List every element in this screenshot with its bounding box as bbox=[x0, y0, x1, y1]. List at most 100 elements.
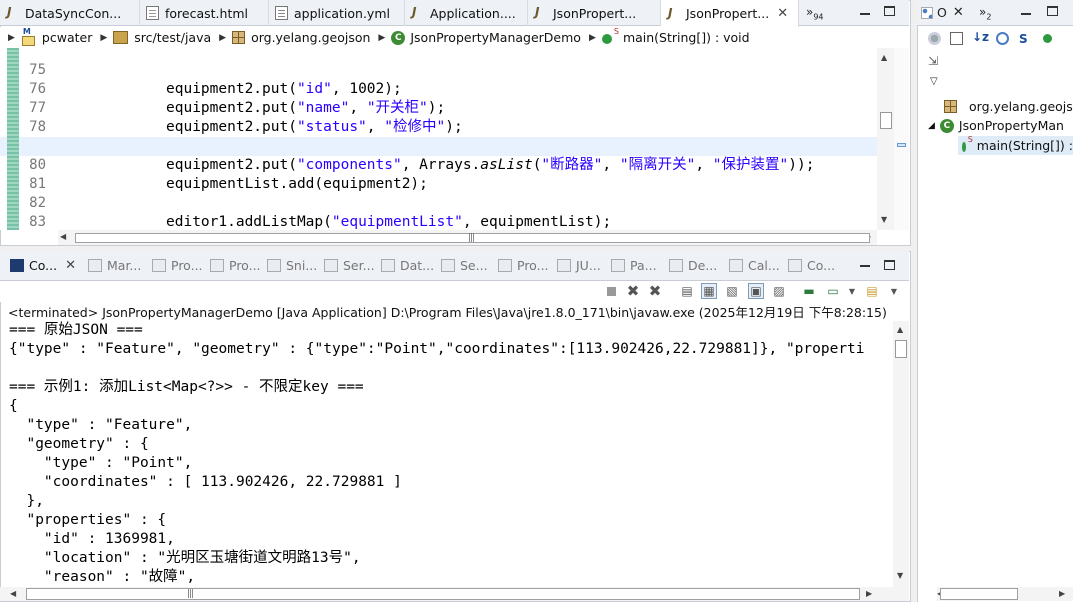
close-icon[interactable]: ✕ bbox=[65, 258, 76, 273]
hide-fields-icon[interactable] bbox=[996, 32, 1009, 45]
outline-horizontal-scroll-thumb[interactable] bbox=[940, 588, 1018, 600]
breadcrumb-arrow-icon: ▶ bbox=[8, 32, 15, 43]
tab-snippets[interactable]: Sni... bbox=[267, 258, 317, 273]
breadcrumb-arrow-icon: ▶ bbox=[378, 32, 386, 43]
open-console-icon[interactable]: ▤ bbox=[864, 283, 880, 299]
outline-tab-bar: O ✕ »2 bbox=[917, 0, 1073, 26]
tab-label: Co... bbox=[807, 258, 836, 273]
markers-icon bbox=[88, 259, 102, 272]
tab-data-source[interactable]: Dat... bbox=[381, 258, 434, 273]
outline-item-method-selected[interactable]: S main(String[]) : bbox=[958, 135, 1073, 155]
tab-coverage[interactable]: Co... bbox=[788, 258, 835, 273]
scroll-down-icon[interactable]: ▼ bbox=[897, 571, 903, 580]
editor-tab[interactable]: DataSyncCon... bbox=[0, 0, 140, 26]
breadcrumb: ▶ pcwater ▶ src/test/java ▶ org.yelang.g… bbox=[0, 27, 909, 48]
tab-progress[interactable]: Pro... bbox=[210, 258, 261, 273]
minimize-outline-button[interactable] bbox=[1021, 6, 1032, 16]
scroll-left-icon[interactable]: ◀ bbox=[60, 232, 66, 241]
breadcrumb-class[interactable]: C JsonPropertyManagerDemo bbox=[391, 30, 581, 45]
code-editor[interactable]: 75 equipment2.put("id", 1002); 76 equipm… bbox=[0, 48, 909, 230]
tab-outline[interactable]: O ✕ bbox=[921, 5, 964, 20]
editor-tab-label: JsonPropert... bbox=[553, 5, 637, 21]
console-icon bbox=[10, 259, 24, 272]
tab-console[interactable]: Co... ✕ bbox=[10, 258, 76, 273]
editor-tab[interactable]: application.yml bbox=[269, 0, 405, 26]
show-console-on-output-icon[interactable]: ▣ bbox=[748, 283, 764, 299]
maximize-console-button[interactable] bbox=[884, 260, 895, 270]
scroll-right-icon[interactable]: ▶ bbox=[1059, 589, 1065, 598]
breadcrumb-arrow-icon: ▶ bbox=[219, 32, 227, 43]
tab-markers[interactable]: Mar... bbox=[88, 258, 141, 273]
outline-tabs-overflow[interactable]: »2 bbox=[979, 5, 991, 21]
outline-item-class[interactable]: ◢ C JsonPropertyMan bbox=[928, 116, 1064, 135]
tab-call-hierarchy[interactable]: Cal... bbox=[729, 258, 780, 273]
maximize-editor-button[interactable] bbox=[884, 6, 895, 16]
tab-label: Mar... bbox=[107, 258, 142, 273]
hide-non-public-icon[interactable] bbox=[1043, 34, 1052, 43]
tab-servers[interactable]: Ser... bbox=[324, 258, 375, 273]
code-line: 81 bbox=[0, 156, 877, 192]
tab-junit[interactable]: JU... bbox=[557, 258, 601, 273]
editor-vertical-scroll-thumb[interactable] bbox=[880, 112, 892, 129]
breadcrumb-package[interactable]: org.yelang.geojson bbox=[232, 30, 370, 45]
console-horizontal-scroll-thumb[interactable]: ||| bbox=[26, 588, 860, 600]
editor-tabs-overflow[interactable]: »94 bbox=[806, 5, 824, 21]
console-output[interactable]: === 原始JSON === {"type" : "Feature", "geo… bbox=[0, 321, 893, 587]
tab-problems[interactable]: Pro... bbox=[498, 258, 549, 273]
scroll-lock-icon[interactable]: ▦ bbox=[701, 283, 717, 299]
hide-local-types-icon[interactable]: ⇲ bbox=[928, 54, 941, 68]
editor-tab-label: DataSyncCon... bbox=[25, 5, 122, 21]
close-tab-icon[interactable]: ✕ bbox=[777, 6, 788, 21]
view-menu-icon[interactable]: ▽ bbox=[930, 76, 938, 87]
remove-launch-icon[interactable]: ✖ bbox=[625, 282, 641, 300]
sort-icon[interactable]: ↓z bbox=[972, 30, 989, 44]
clear-console-icon[interactable]: ▤ bbox=[679, 283, 695, 299]
maximize-outline-button[interactable] bbox=[1047, 6, 1058, 16]
close-icon[interactable]: ✕ bbox=[953, 5, 964, 20]
tab-palette[interactable]: Pa... bbox=[611, 258, 657, 273]
editor-tab[interactable]: JsonPropert... bbox=[528, 0, 661, 26]
scroll-down-icon[interactable]: ▼ bbox=[881, 215, 887, 224]
breadcrumb-project[interactable]: pcwater bbox=[21, 27, 92, 46]
scroll-left-icon[interactable]: ◀ bbox=[10, 589, 16, 598]
terminate-icon[interactable] bbox=[603, 283, 619, 299]
display-selected-console-icon[interactable]: ▭ bbox=[825, 283, 841, 299]
minimize-console-button[interactable] bbox=[860, 258, 871, 268]
link-with-editor-icon[interactable] bbox=[950, 32, 963, 45]
outline-item-imports[interactable]: org.yelang.geojso bbox=[938, 97, 1073, 116]
collapse-all-icon[interactable] bbox=[928, 32, 941, 45]
tab-properties[interactable]: Pro... bbox=[152, 258, 203, 273]
hide-static-members-icon[interactable]: S bbox=[1019, 32, 1032, 46]
tab-label: De... bbox=[688, 258, 718, 273]
code-line: 84 System.out.println(editor1.toPrettyJs… bbox=[0, 213, 877, 230]
editor-tab[interactable]: forecast.html bbox=[140, 0, 269, 26]
word-wrap-icon[interactable]: ▧ bbox=[724, 283, 740, 299]
console-line: "id" : 1369981, bbox=[9, 531, 175, 547]
chevron-down-icon[interactable]: ▼ bbox=[844, 283, 860, 299]
scroll-up-icon[interactable]: ▲ bbox=[881, 53, 887, 62]
remove-all-terminated-icon[interactable]: ✖ bbox=[647, 282, 663, 300]
scroll-right-icon[interactable]: ▶ bbox=[866, 589, 872, 598]
pin-console-icon[interactable]: ▬ bbox=[801, 283, 817, 299]
chevron-down-icon[interactable]: ▼ bbox=[886, 283, 902, 299]
scroll-up-icon[interactable]: ▲ bbox=[897, 325, 903, 334]
expanded-arrow-icon[interactable]: ◢ bbox=[928, 121, 935, 131]
editor-tab-label: Application.... bbox=[430, 5, 516, 21]
breadcrumb-method[interactable]: S main(String[]) : void bbox=[601, 27, 750, 45]
tab-search[interactable]: Se... bbox=[441, 258, 488, 273]
overview-ruler-marker[interactable] bbox=[897, 143, 906, 147]
breadcrumb-source-folder-label: src/test/java bbox=[134, 30, 212, 45]
console-line: "properties" : { bbox=[9, 512, 167, 528]
show-console-on-error-icon[interactable]: ▨ bbox=[771, 283, 787, 299]
console-line: === 示例1: 添加List<Map<?>> - 不限定key === bbox=[9, 379, 364, 395]
console-vertical-scroll-thumb[interactable] bbox=[895, 340, 907, 358]
editor-horizontal-scroll-thumb[interactable]: ||| bbox=[75, 233, 870, 243]
editor-vertical-scrollbar[interactable]: ▲ ▼ bbox=[877, 48, 894, 230]
console-vertical-scrollbar[interactable]: ▲ ▼ bbox=[893, 321, 909, 587]
editor-tab[interactable]: Application.... bbox=[405, 0, 528, 26]
editor-tab-active[interactable]: JsonPropert... ✕ bbox=[661, 0, 799, 27]
yml-file-icon bbox=[275, 6, 288, 20]
tab-debug[interactable]: De... bbox=[669, 258, 717, 273]
minimize-editor-button[interactable] bbox=[860, 6, 871, 16]
breadcrumb-source-folder[interactable]: src/test/java bbox=[113, 30, 211, 45]
